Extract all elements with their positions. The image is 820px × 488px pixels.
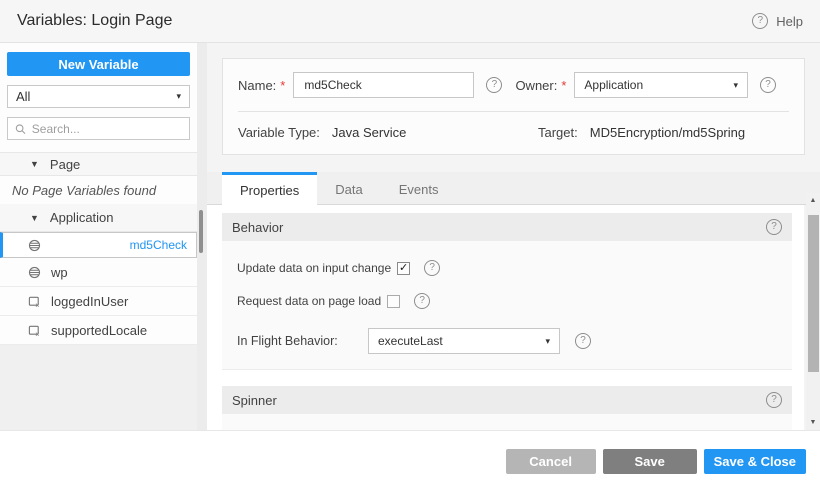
variables-sidebar: New Variable All ▾ ▼ Page No Page Variab…	[0, 43, 197, 430]
behavior-help-icon[interactable]: ?	[766, 219, 782, 235]
target-label: Target:	[538, 125, 578, 140]
name-label: Name:	[238, 78, 276, 93]
spinner-help-icon[interactable]: ?	[766, 392, 782, 408]
sidebar-scrollbar-thumb[interactable]	[199, 210, 203, 253]
scroll-down-icon[interactable]: ▼	[810, 415, 817, 430]
name-input[interactable]	[293, 72, 474, 98]
editor-tabbar: Properties Data Events	[207, 172, 820, 205]
service-icon	[28, 239, 41, 252]
update-data-label: Update data on input change	[237, 261, 391, 275]
tab-data[interactable]: Data	[317, 172, 380, 204]
tab-properties[interactable]: Properties	[222, 172, 317, 205]
new-variable-button[interactable]: New Variable	[7, 52, 190, 76]
save-button[interactable]: Save	[603, 449, 697, 474]
name-help-icon[interactable]: ?	[486, 77, 502, 93]
dropdown-arrow-icon: ▾	[545, 336, 550, 347]
properties-tab-content: Behavior ? Update data on input change ✓…	[207, 205, 804, 430]
required-marker: *	[561, 78, 566, 93]
content-scrollbar-thumb[interactable]	[808, 215, 819, 372]
sidebar-scrollbar[interactable]	[197, 43, 207, 430]
request-data-label: Request data on page load	[237, 294, 381, 308]
required-marker: *	[280, 78, 285, 93]
variable-icon: x	[28, 324, 41, 337]
spinner-section: Spinner ? Spinner Context: ⌄ ?	[222, 386, 792, 430]
sidebar-item-md5check[interactable]: md5Check	[0, 232, 197, 258]
update-data-help-icon[interactable]: ?	[424, 260, 440, 276]
owner-label: Owner:	[515, 78, 557, 93]
in-flight-help-icon[interactable]: ?	[575, 333, 591, 349]
page-title: Variables: Login Page	[17, 12, 172, 30]
help-label: Help	[776, 14, 803, 29]
sidebar-controls: New Variable All ▾	[0, 43, 197, 152]
update-data-checkbox[interactable]: ✓	[397, 262, 410, 275]
in-flight-row: In Flight Behavior: executeLast ▾ ?	[237, 328, 792, 354]
request-data-checkbox[interactable]	[387, 295, 400, 308]
behavior-section-title: Behavior	[232, 220, 283, 235]
spinner-section-title: Spinner	[232, 393, 277, 408]
owner-select[interactable]: Application ▾	[574, 72, 748, 98]
dropdown-arrow-icon: ▾	[733, 80, 738, 91]
owner-value: Application	[584, 78, 643, 92]
variable-filter-value: All	[16, 89, 30, 104]
content-scrollbar[interactable]: ▲ ▼	[806, 193, 820, 430]
variable-type-label: Variable Type:	[238, 125, 320, 140]
section-page-label: Page	[50, 157, 80, 172]
service-icon	[28, 266, 41, 279]
target-value: MD5Encryption/md5Spring	[590, 125, 745, 140]
update-data-row: Update data on input change ✓ ?	[237, 260, 792, 276]
section-application-label: Application	[50, 210, 114, 225]
no-page-variables-message: No Page Variables found	[0, 176, 197, 204]
action-bar: Cancel Save Save & Close	[0, 430, 820, 488]
help-link[interactable]: ? Help	[752, 13, 803, 29]
title-bar: Variables: Login Page ? Help	[0, 0, 820, 43]
sidebar-item-label: md5Check	[130, 238, 187, 252]
sidebar-item-supportedlocale[interactable]: x supportedLocale	[0, 316, 197, 345]
cancel-button[interactable]: Cancel	[506, 449, 596, 474]
collapse-triangle-icon: ▼	[30, 159, 39, 169]
request-data-row: Request data on page load ?	[237, 293, 792, 309]
sidebar-item-loggedinuser[interactable]: x loggedInUser	[0, 287, 197, 316]
in-flight-select[interactable]: executeLast ▾	[368, 328, 560, 354]
owner-help-icon[interactable]: ?	[760, 77, 776, 93]
sidebar-section-application[interactable]: ▼ Application	[0, 204, 197, 232]
svg-text:x: x	[35, 301, 39, 308]
sidebar-item-label: loggedInUser	[51, 294, 128, 309]
variable-type-value: Java Service	[332, 125, 406, 140]
help-icon: ?	[752, 13, 768, 29]
variable-search[interactable]	[7, 117, 190, 140]
tab-events[interactable]: Events	[381, 172, 457, 204]
in-flight-value: executeLast	[378, 334, 443, 348]
search-icon	[15, 123, 26, 135]
variable-filter-select[interactable]: All ▾	[7, 85, 190, 108]
request-data-help-icon[interactable]: ?	[414, 293, 430, 309]
sidebar-section-page[interactable]: ▼ Page	[0, 152, 197, 176]
variable-summary-panel: Name: * ? Owner: * Application ▾ ? Varia…	[222, 58, 805, 155]
sidebar-item-label: supportedLocale	[51, 323, 147, 338]
behavior-section: Behavior ? Update data on input change ✓…	[222, 213, 792, 370]
scroll-up-icon[interactable]: ▲	[810, 193, 817, 208]
collapse-triangle-icon: ▼	[30, 213, 39, 223]
save-and-close-button[interactable]: Save & Close	[704, 449, 806, 474]
sidebar-item-label: wp	[51, 265, 68, 280]
search-input[interactable]	[32, 122, 182, 136]
svg-text:x: x	[35, 330, 39, 337]
variable-editor-pane: Name: * ? Owner: * Application ▾ ? Varia…	[207, 43, 820, 430]
variable-icon: x	[28, 295, 41, 308]
sidebar-item-wp[interactable]: wp	[0, 258, 197, 287]
dropdown-arrow-icon: ▾	[176, 91, 181, 102]
in-flight-label: In Flight Behavior:	[237, 334, 368, 348]
